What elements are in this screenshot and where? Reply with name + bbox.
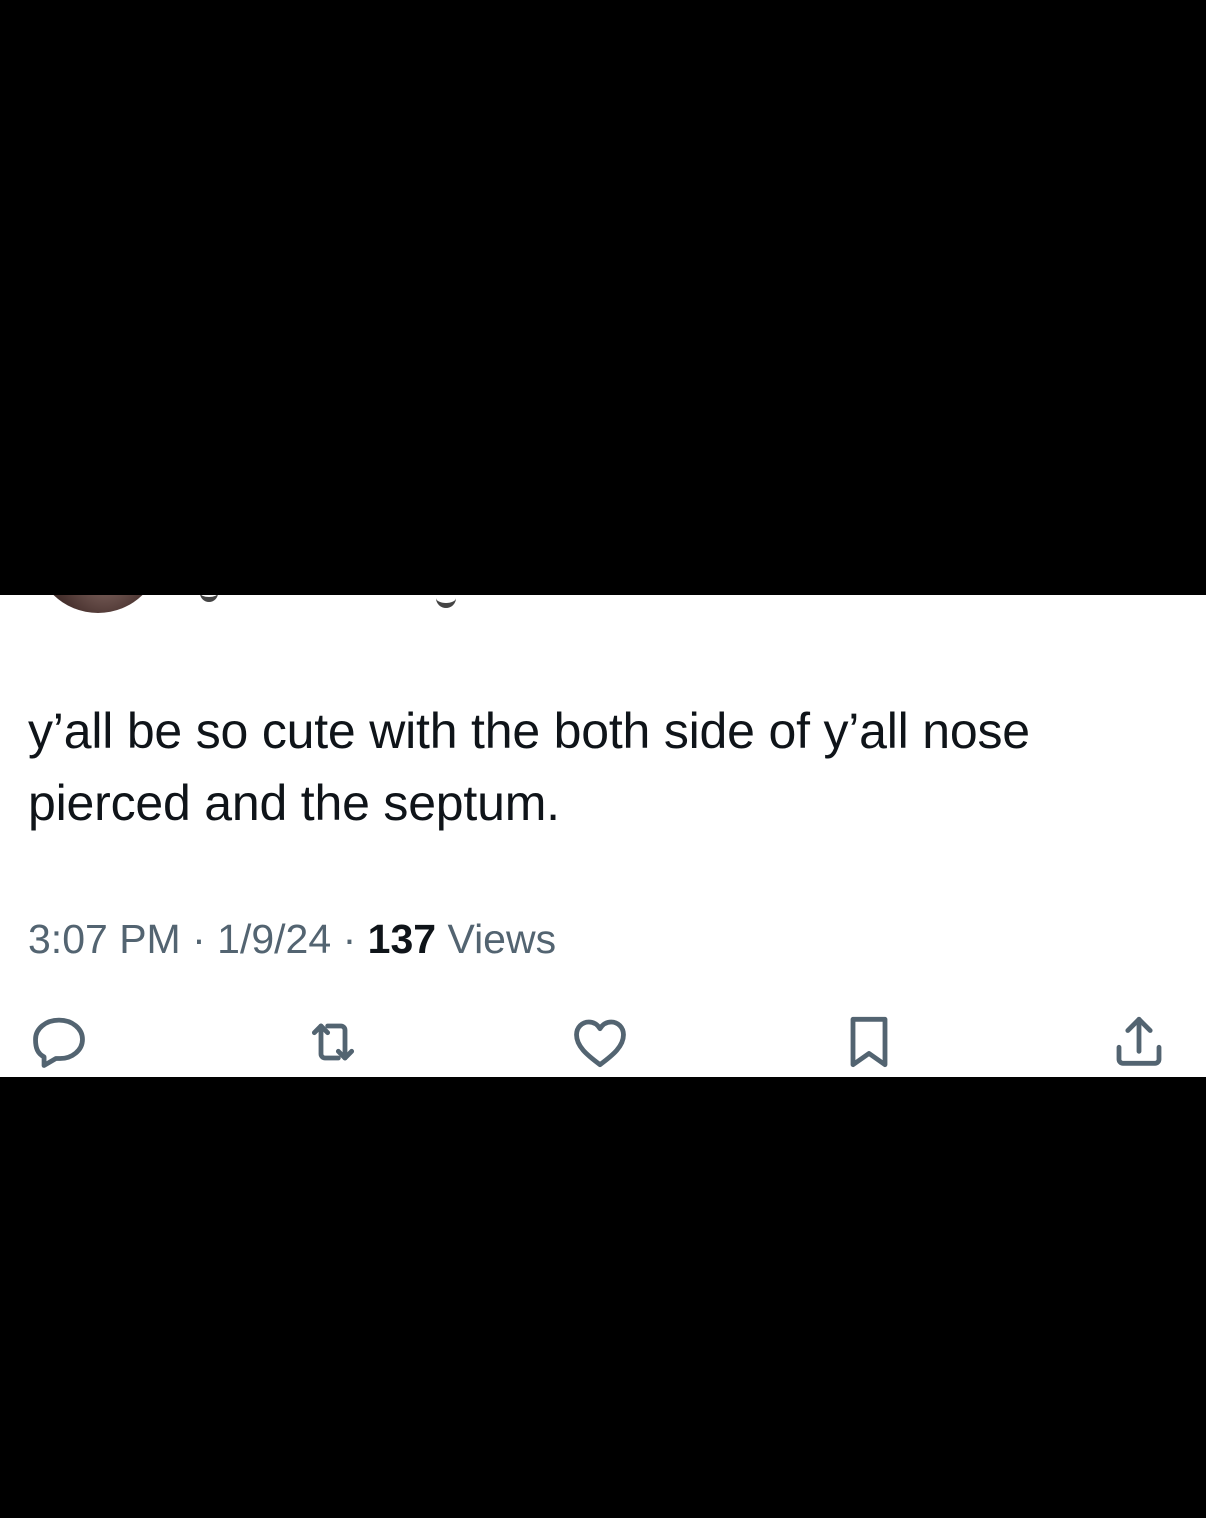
tweet-text: y’all be so cute with the both side of y… — [28, 703, 1030, 831]
reply-button[interactable] — [24, 1007, 94, 1077]
share-button[interactable] — [1104, 1007, 1174, 1077]
meta-separator: · — [192, 916, 206, 962]
bookmark-button[interactable] — [834, 1007, 904, 1077]
screenshot-stage: y’all be so cute with the both side of y… — [0, 0, 1206, 1518]
display-name-fragment — [200, 595, 218, 602]
like-button[interactable] — [565, 1007, 635, 1077]
tweet-time[interactable]: 3:07 PM — [28, 916, 181, 962]
tweet-card: y’all be so cute with the both side of y… — [0, 595, 1206, 1077]
tweet-meta: 3:07 PM · 1/9/24 · 137 Views — [28, 911, 556, 967]
tweet-actions — [0, 1007, 1206, 1077]
views-count[interactable]: 137 — [368, 916, 436, 962]
views-label[interactable]: Views — [447, 916, 556, 962]
username-fragment — [436, 595, 456, 608]
bookmark-icon — [850, 1016, 888, 1068]
retweet-button[interactable] — [298, 1007, 368, 1077]
tweet-date[interactable]: 1/9/24 — [217, 916, 331, 962]
share-icon — [1116, 1016, 1162, 1066]
meta-separator: · — [342, 916, 357, 962]
reply-icon — [33, 1017, 85, 1068]
avatar[interactable] — [34, 595, 162, 613]
heart-icon — [574, 1019, 626, 1068]
retweet-icon — [311, 1023, 355, 1061]
